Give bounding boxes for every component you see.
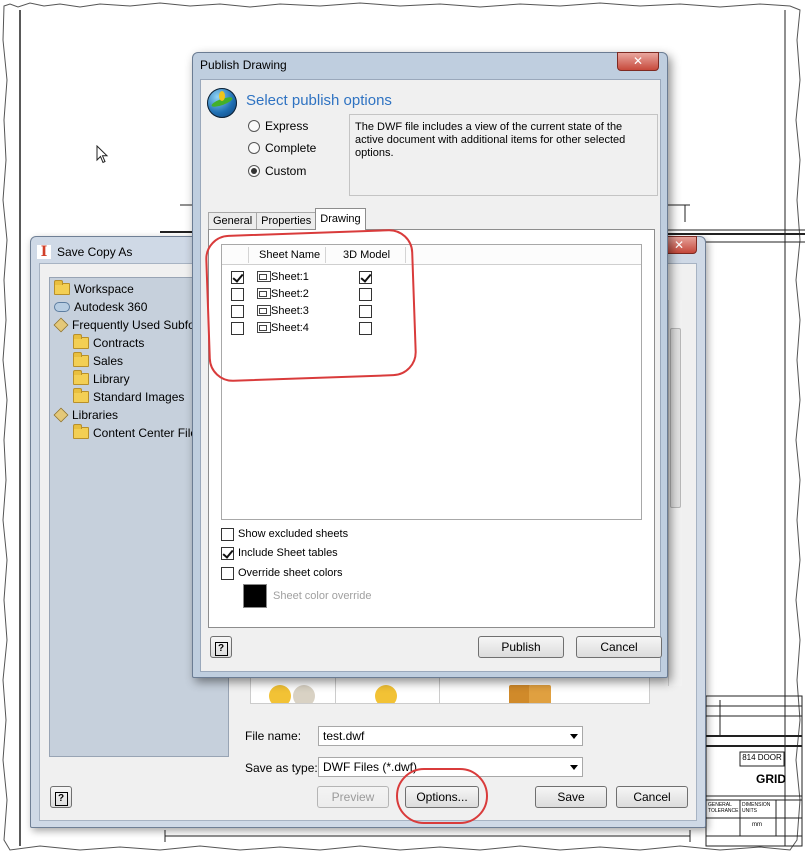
title-block-dimension-units: DIMENSION UNITS	[742, 802, 771, 814]
library-icon	[53, 407, 69, 423]
option-custom[interactable]: Custom	[248, 163, 306, 179]
save-as-type-label: Save as type:	[245, 761, 318, 775]
tree-item-label: Libraries	[72, 408, 119, 422]
folder-icon	[73, 352, 89, 367]
tree-item-label: Contracts	[93, 336, 145, 350]
checkbox-label: Override sheet colors	[238, 567, 343, 579]
library-icon	[53, 317, 69, 333]
option-label: Custom	[265, 164, 307, 178]
thumbnail-divider	[335, 677, 336, 703]
folder-icon	[73, 388, 89, 403]
publish-drawing-close-button[interactable]: ✕	[617, 52, 659, 71]
preview-button[interactable]: Preview	[317, 786, 389, 808]
annotation-ellipse-sheet-table	[204, 228, 418, 383]
publish-cancel-button[interactable]: Cancel	[576, 636, 662, 658]
publish-button[interactable]: Publish	[478, 636, 564, 658]
publish-drawing-title: Publish Drawing	[200, 58, 287, 72]
option-description: The DWF file includes a view of the curr…	[349, 114, 658, 196]
tree-item-label: Standard Images	[93, 390, 185, 404]
file-thumbnail[interactable]	[509, 685, 531, 703]
option-label: Express	[265, 119, 309, 133]
tree-item-label: Autodesk 360	[74, 300, 148, 314]
option-express[interactable]: Express	[248, 118, 308, 134]
title-block-door-label: 814 DOOR	[742, 753, 782, 762]
file-thumbnail[interactable]	[529, 685, 551, 703]
folder-icon	[73, 334, 89, 349]
title-block-grid-label: GRID	[756, 772, 786, 786]
folder-icon	[73, 370, 89, 385]
inventor-app-icon: I	[37, 245, 51, 259]
tree-item-autodesk-360[interactable]: Autodesk 360	[54, 298, 147, 316]
tree-item-label: Sales	[93, 354, 124, 368]
include-sheet-tables-option[interactable]: Include Sheet tables	[221, 545, 338, 561]
scroll-thumb[interactable]	[670, 328, 681, 508]
tree-item-library[interactable]: Library	[73, 370, 130, 388]
tree-item-label: Workspace	[74, 282, 134, 296]
title-block-units-value: mm	[752, 822, 762, 828]
tab-drawing[interactable]: Drawing	[315, 208, 366, 230]
checkbox-label: Include Sheet tables	[238, 547, 338, 559]
file-list-scrollbar[interactable]	[668, 300, 682, 686]
radio-selected-icon[interactable]	[248, 165, 260, 177]
tree-item-label: Frequently Used Subfo	[72, 318, 195, 332]
file-thumbnail[interactable]	[269, 685, 291, 703]
save-copy-as-cancel-button[interactable]: Cancel	[616, 786, 688, 808]
tree-item-label: Library	[93, 372, 130, 386]
sheet-color-swatch[interactable]	[243, 584, 267, 608]
tree-item-workspace[interactable]: Workspace	[54, 280, 134, 298]
save-copy-as-titlebar: I Save Copy As	[37, 243, 132, 261]
file-thumbnails-strip[interactable]	[250, 676, 650, 704]
publish-options-header: Select publish options Express Complete …	[201, 80, 660, 200]
chevron-down-icon[interactable]	[570, 765, 578, 770]
radio-icon[interactable]	[248, 142, 260, 154]
save-as-type-value: DWF Files (*.dwf)	[323, 760, 417, 774]
sheet-color-override-label: Sheet color override	[273, 590, 372, 602]
publish-help-button[interactable]: ?	[210, 636, 232, 658]
include-sheet-tables-checkbox[interactable]	[221, 546, 234, 560]
checkbox-label: Show excluded sheets	[238, 528, 349, 540]
tab-general[interactable]: General	[208, 212, 258, 230]
file-name-label: File name:	[245, 729, 302, 743]
thumbnail-divider	[439, 677, 440, 703]
globe-icon	[207, 88, 237, 118]
file-thumbnail[interactable]	[293, 685, 315, 703]
publish-tabs: General Properties Drawing	[208, 208, 366, 230]
file-name-combo[interactable]: test.dwf	[318, 726, 583, 746]
cloud-icon	[54, 302, 70, 312]
help-icon: ?	[214, 642, 228, 656]
option-complete[interactable]: Complete	[248, 140, 316, 156]
help-icon: ?	[54, 792, 68, 806]
folder-icon	[54, 280, 70, 295]
file-name-value: test.dwf	[323, 729, 365, 743]
show-excluded-sheets-checkbox[interactable]	[221, 527, 234, 541]
tree-item-label: Content Center File	[93, 426, 198, 440]
option-label: Complete	[265, 141, 317, 155]
show-excluded-sheets-option[interactable]: Show excluded sheets	[221, 526, 348, 542]
chevron-down-icon[interactable]	[570, 734, 578, 739]
tree-item-contracts[interactable]: Contracts	[73, 334, 144, 352]
tree-item-frequently-used[interactable]: Frequently Used Subfo	[53, 316, 195, 334]
radio-icon[interactable]	[248, 120, 260, 132]
tree-item-standard-images[interactable]: Standard Images	[73, 388, 184, 406]
save-button[interactable]: Save	[535, 786, 607, 808]
save-copy-as-title: Save Copy As	[57, 245, 133, 259]
tree-item-content-center[interactable]: Content Center File	[73, 424, 197, 442]
tab-properties[interactable]: Properties	[256, 212, 317, 230]
annotation-ellipse-options-button	[396, 768, 488, 824]
publish-options-heading: Select publish options	[246, 92, 392, 109]
save-copy-as-help-button[interactable]: ?	[50, 786, 72, 808]
mouse-cursor-icon	[96, 145, 109, 164]
override-sheet-colors-checkbox[interactable]	[221, 566, 234, 580]
folder-icon	[73, 424, 89, 439]
title-block-general-tolerance: GENERAL TOLERANCE	[708, 802, 739, 814]
tree-item-libraries[interactable]: Libraries	[53, 406, 119, 424]
file-thumbnail[interactable]	[375, 685, 397, 703]
tree-item-sales[interactable]: Sales	[73, 352, 123, 370]
override-sheet-colors-option[interactable]: Override sheet colors	[221, 565, 343, 581]
